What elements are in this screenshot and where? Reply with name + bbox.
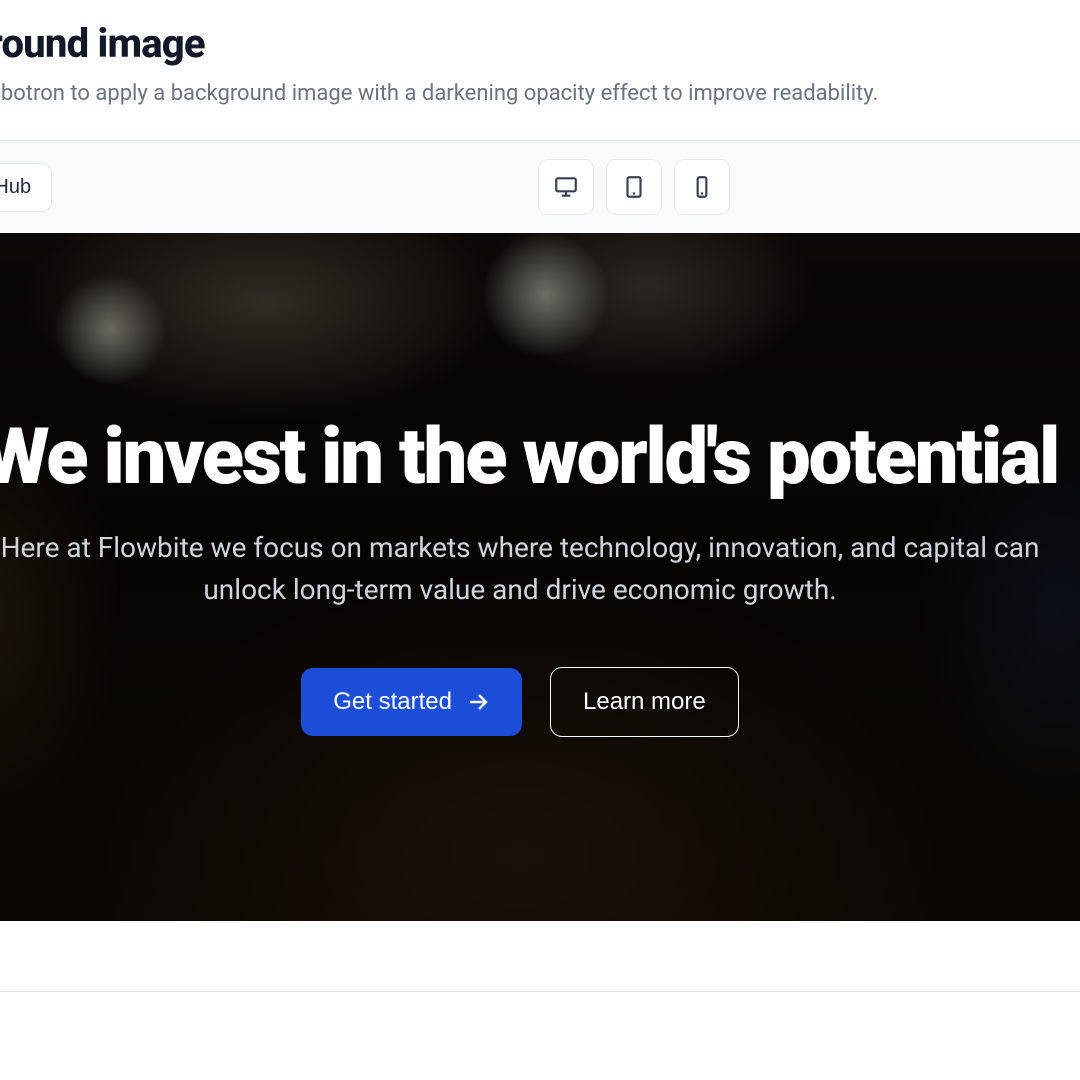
edit-on-github-button[interactable]: Edit on GitHub (0, 163, 52, 212)
jumbotron-background-image: We invest in the world's potential Here … (0, 233, 1080, 921)
get-started-label: Get started (333, 688, 452, 716)
tablet-toggle-button[interactable] (606, 159, 662, 215)
desktop-toggle-button[interactable] (538, 159, 594, 215)
github-button-label: Edit on GitHub (0, 176, 31, 199)
hero-button-group: Get started Learn more (0, 667, 1080, 737)
divider (0, 991, 1080, 992)
section-description: Use this jumbotron to apply a background… (0, 77, 1080, 140)
example-toolbar: Edit on GitHub (0, 140, 1080, 233)
hero-title: We invest in the world's potential (0, 417, 1080, 499)
section-heading: Background image (0, 0, 1080, 77)
mobile-icon (689, 174, 715, 200)
learn-more-button[interactable]: Learn more (550, 667, 739, 737)
hero-subtitle: Here at Flowbite we focus on markets whe… (0, 527, 1060, 611)
desktop-icon (553, 174, 579, 200)
learn-more-label: Learn more (583, 688, 706, 716)
jumbotron-content: We invest in the world's potential Here … (0, 417, 1080, 737)
tablet-icon (621, 174, 647, 200)
mobile-toggle-button[interactable] (674, 159, 730, 215)
device-toggle-group (538, 159, 730, 215)
arrow-right-icon (466, 690, 490, 714)
get-started-button[interactable]: Get started (301, 668, 522, 736)
